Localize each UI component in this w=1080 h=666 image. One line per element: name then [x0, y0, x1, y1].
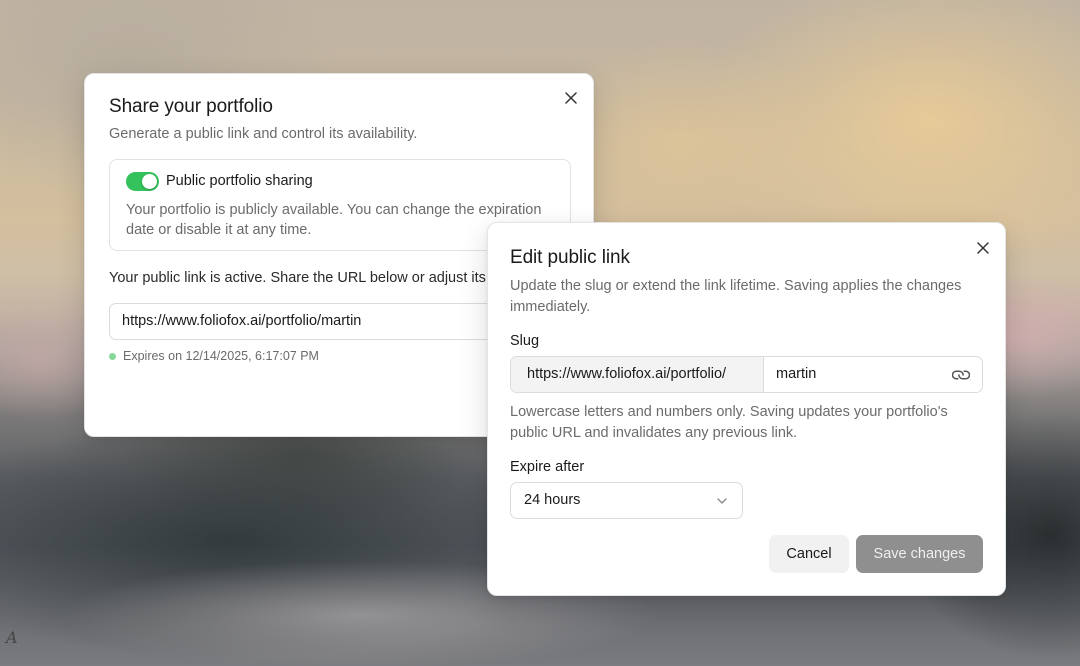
close-icon	[565, 92, 577, 104]
save-changes-button[interactable]: Save changes	[856, 535, 983, 573]
cancel-button[interactable]: Cancel	[769, 535, 849, 573]
close-icon	[977, 242, 989, 254]
share-dialog-title: Share your portfolio	[109, 96, 273, 117]
expire-after-label: Expire after	[510, 459, 585, 475]
slug-url-prefix: https://www.foliofox.ai/portfolio/	[511, 357, 764, 392]
slug-help-text: Lowercase letters and numbers only. Savi…	[510, 404, 948, 441]
expiration-text: Expires on 12/14/2025, 6:17:07 PM	[123, 349, 319, 363]
edit-dialog-description: Update the slug or extend the link lifet…	[510, 278, 962, 315]
slug-input[interactable]: martin	[764, 357, 982, 392]
edit-dialog-close-button[interactable]	[973, 238, 993, 258]
share-dialog-description: Generate a public link and control its a…	[109, 126, 418, 142]
toggle-knob	[142, 174, 157, 189]
slug-label: Slug	[510, 333, 540, 349]
link-active-text: Your public link is active. Share the UR…	[109, 270, 506, 286]
expire-after-select[interactable]: 24 hours	[510, 482, 743, 519]
slug-input-group: https://www.foliofox.ai/portfolio/ marti…	[510, 356, 983, 393]
share-dialog-close-button[interactable]	[561, 88, 581, 108]
slug-input-value: martin	[776, 366, 817, 382]
public-sharing-label: Public portfolio sharing	[166, 173, 313, 189]
chevron-down-icon	[717, 498, 727, 504]
link-icon[interactable]	[952, 366, 970, 384]
status-dot-icon	[109, 352, 116, 360]
edit-public-link-dialog: Edit public link Update the slug or exte…	[487, 222, 1006, 596]
edit-dialog-title: Edit public link	[510, 247, 630, 268]
expire-after-value: 24 hours	[524, 492, 581, 508]
artist-signature: A	[6, 628, 18, 647]
expiration-status: Expires on 12/14/2025, 6:17:07 PM	[109, 349, 319, 363]
public-sharing-toggle[interactable]	[126, 172, 159, 191]
